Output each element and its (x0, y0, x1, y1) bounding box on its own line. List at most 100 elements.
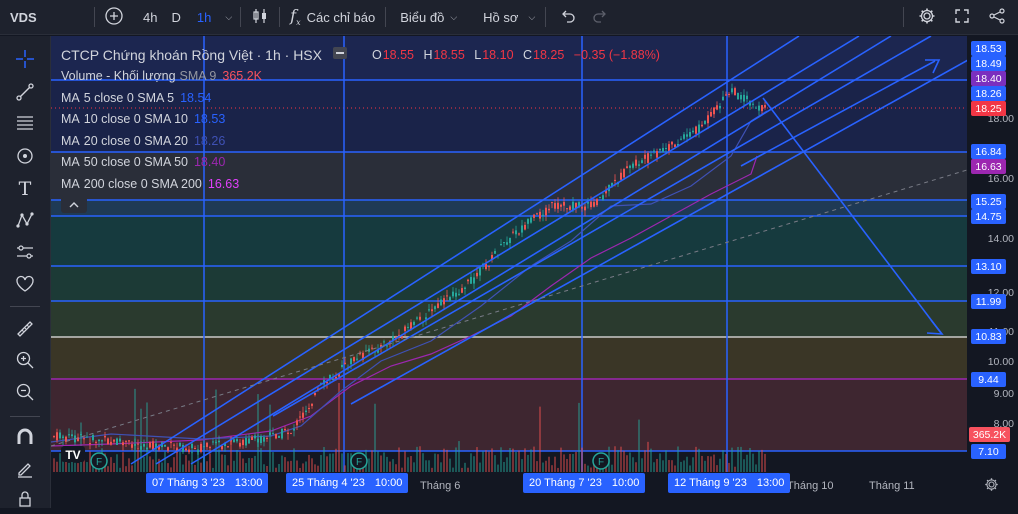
candle-body (473, 277, 475, 284)
volume-bar (236, 450, 238, 472)
legend-indicator-row[interactable]: MA 20 close 0 SMA 20 18.26 (61, 130, 666, 152)
symbol-search[interactable]: VDS (0, 0, 66, 35)
interval-d-label: D (171, 9, 181, 25)
toolbar-divider (279, 7, 281, 27)
profile-menu[interactable]: Hồ sơ ⌵ (465, 0, 543, 35)
price-badge: 18.40 (971, 71, 1006, 86)
chevron-down-icon: ⌵ (450, 11, 458, 22)
text-tool[interactable]: T (11, 175, 39, 203)
symbol-title[interactable]: CTCP Chứng khoán Rồng Việt · 1h · HSX (61, 47, 322, 63)
fib-tool[interactable] (11, 110, 39, 138)
volume-bar (563, 454, 565, 472)
candle-body (236, 439, 238, 442)
volume-bar (458, 441, 460, 472)
legend-indicator-row[interactable]: MA 10 close 0 SMA 10 18.53 (61, 109, 666, 131)
top-toolbar: VDS 4h D 1h ⌵ fx Các chỉ báo Biểu đồ ⌵ H… (0, 0, 1018, 35)
heart-icon (15, 274, 35, 297)
legend-indicator-row[interactable]: Volume - Khối lượng SMA 9 365.2K (61, 66, 666, 88)
legend-collapse-button[interactable] (61, 195, 87, 213)
volume-bar (542, 462, 544, 472)
candle-body (308, 408, 310, 410)
measure-tool[interactable] (11, 316, 39, 344)
favorites-tool[interactable] (11, 271, 39, 299)
volume-bar (395, 464, 397, 472)
candle-body (386, 345, 388, 347)
candle-body (239, 442, 241, 447)
candle-body (107, 438, 109, 445)
volume-bar (314, 464, 316, 472)
volume-bar (245, 463, 247, 472)
legend-indicator-row[interactable]: MA 200 close 0 SMA 200 16.63 (61, 173, 666, 195)
price-badge: 7.10 (971, 444, 1006, 459)
crosshair-tool[interactable] (11, 46, 39, 74)
volume-bar (392, 459, 394, 472)
redo-button[interactable] (584, 0, 616, 35)
volume-bar (737, 446, 739, 472)
candle-body (515, 230, 517, 235)
candle-body (743, 94, 745, 102)
interval-1h[interactable]: 1h (189, 0, 219, 35)
volume-bar (722, 450, 724, 472)
legend-indicator-row[interactable]: MA 50 close 0 SMA 50 18.40 (61, 152, 666, 174)
forecast-tool[interactable] (11, 239, 39, 267)
volume-bar (488, 451, 490, 472)
time-label: Tháng 11 (869, 480, 915, 492)
tradingview-logo[interactable]: TV (61, 446, 85, 462)
chart-legend: CTCP Chứng khoán Rồng Việt · 1h · HSX O1… (61, 44, 666, 195)
candle-body (752, 103, 754, 105)
settings-button[interactable] (906, 0, 945, 35)
legend-menu-button[interactable] (333, 47, 347, 59)
chart-type-button[interactable] (243, 0, 277, 35)
compare-button[interactable] (97, 0, 131, 35)
volume-bar (380, 455, 382, 472)
undo-button[interactable] (548, 0, 584, 35)
candle-body (413, 321, 415, 325)
magnet-tool[interactable] (11, 424, 39, 452)
indicator-name: MA (61, 155, 80, 170)
volume-bar (110, 457, 112, 472)
volume-bar (242, 458, 244, 472)
interval-4h[interactable]: 4h (131, 0, 163, 35)
lock-tool[interactable] (11, 486, 39, 514)
chart-menu[interactable]: Biểu đồ ⌵ (388, 0, 465, 35)
time-badge-date: 25 Tháng 4 '23 (292, 477, 365, 489)
volume-bar (332, 453, 334, 472)
candle-body (722, 96, 724, 101)
drawing-mode-tool[interactable] (11, 456, 39, 484)
time-badge: 12 Tháng 9 '23 13:00 (668, 473, 791, 493)
interval-dropdown[interactable]: ⌵ (219, 0, 238, 35)
scale-settings-button[interactable] (981, 476, 1001, 496)
interval-d[interactable]: D (163, 0, 188, 35)
volume-bar (122, 452, 124, 472)
share-button[interactable] (979, 0, 1018, 35)
indicator-name: MA (61, 112, 80, 127)
legend-indicator-row[interactable]: MA 5 close 0 SMA 5 18.54 (61, 87, 666, 109)
volume-bar (260, 448, 262, 472)
time-badge-time: 10:00 (611, 477, 640, 489)
indicators-button[interactable]: fx Các chỉ báo (282, 0, 383, 35)
volume-bar (524, 448, 526, 472)
volume-bar (752, 453, 754, 472)
pattern-tool[interactable] (11, 143, 39, 171)
candle-body (716, 105, 718, 110)
candle-body (101, 440, 103, 442)
volume-bar (566, 458, 568, 472)
volume-bar (323, 447, 325, 472)
time-scale[interactable]: Tháng 6 Tháng 10 Tháng 11 07 Tháng 3 '23… (51, 472, 1018, 508)
time-label: Tháng 6 (420, 480, 461, 492)
earnings-marker-letter: F (356, 457, 362, 468)
candle-body (731, 88, 733, 93)
volume-bar (419, 446, 421, 472)
xabcd-tool[interactable] (11, 207, 39, 235)
candles-icon (251, 7, 269, 28)
price-badge: 13.10 (971, 259, 1006, 274)
trendline-tool[interactable] (11, 79, 39, 107)
volume-bar (335, 448, 337, 472)
zoom-out-tool[interactable] (11, 379, 39, 407)
candle-body (269, 432, 271, 436)
zoom-in-tool[interactable] (11, 347, 39, 375)
candle-body (341, 364, 343, 367)
candle-body (479, 267, 481, 276)
volume-bar (407, 457, 409, 472)
fullscreen-button[interactable] (945, 0, 979, 35)
